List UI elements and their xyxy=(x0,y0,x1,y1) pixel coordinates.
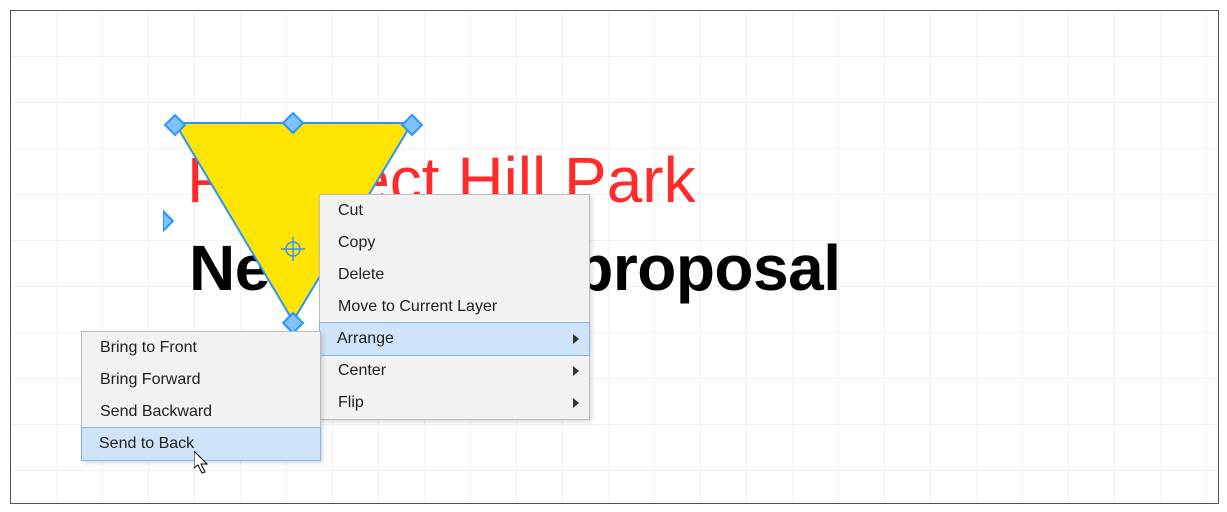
menu-item-cut[interactable]: Cut xyxy=(320,195,589,227)
menu-item-label: Bring Forward xyxy=(100,371,200,388)
menu-item-label: Cut xyxy=(338,202,363,219)
menu-item-move-layer[interactable]: Move to Current Layer xyxy=(320,291,589,323)
menu-item-label: Copy xyxy=(338,234,375,251)
menu-item-arrange[interactable]: Arrange xyxy=(319,322,590,356)
menu-item-copy[interactable]: Copy xyxy=(320,227,589,259)
menu-item-center[interactable]: Center xyxy=(320,355,589,387)
context-menu[interactable]: Cut Copy Delete Move to Current Layer Ar… xyxy=(319,194,590,420)
submenu-arrow-icon xyxy=(573,366,579,376)
submenu-arrow-icon xyxy=(573,334,579,344)
menu-item-label: Flip xyxy=(338,394,364,411)
menu-item-bring-forward[interactable]: Bring Forward xyxy=(82,364,320,396)
app-frame: Prospect Hill Park New seating proposal xyxy=(10,10,1219,504)
menu-item-send-backward[interactable]: Send Backward xyxy=(82,396,320,428)
menu-item-flip[interactable]: Flip xyxy=(320,387,589,419)
menu-item-label: Move to Current Layer xyxy=(338,298,497,315)
menu-item-delete[interactable]: Delete xyxy=(320,259,589,291)
menu-item-label: Bring to Front xyxy=(100,339,197,356)
submenu-arrow-icon xyxy=(573,398,579,408)
menu-item-label: Send to Back xyxy=(99,435,194,452)
menu-item-send-to-back[interactable]: Send to Back xyxy=(81,427,321,461)
menu-item-bring-to-front[interactable]: Bring to Front xyxy=(82,332,320,364)
menu-item-label: Arrange xyxy=(337,330,394,347)
menu-item-label: Send Backward xyxy=(100,403,212,420)
menu-item-label: Center xyxy=(338,362,386,379)
menu-item-label: Delete xyxy=(338,266,384,283)
submenu-arrange[interactable]: Bring to Front Bring Forward Send Backwa… xyxy=(81,331,321,461)
